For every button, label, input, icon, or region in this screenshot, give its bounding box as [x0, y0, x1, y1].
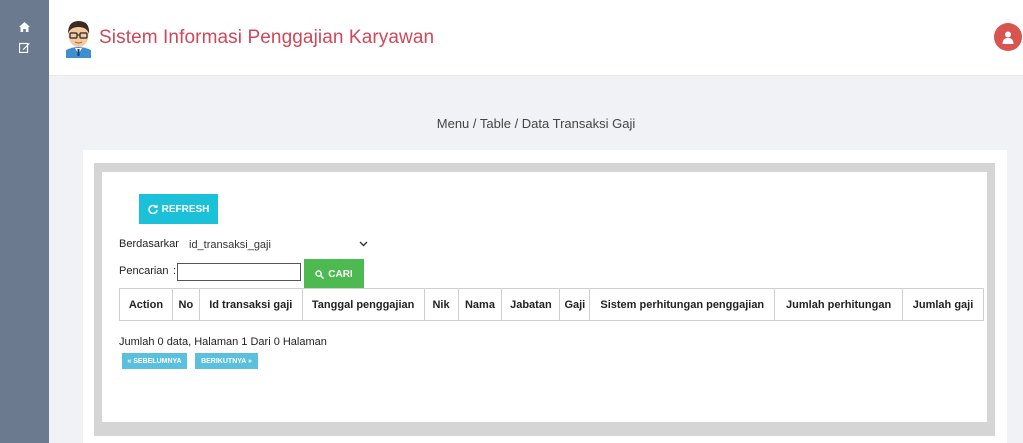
refresh-button[interactable]: REFRESH: [139, 194, 218, 224]
edit-icon[interactable]: [0, 42, 49, 53]
pencarian-label: Pencarian: [119, 265, 169, 277]
col-header-action: Action: [119, 288, 173, 321]
panel-body: REFRESH Berdasarkan: id_transaksi_gaji P…: [102, 172, 987, 422]
col-header-tanggal: Tanggal penggajian: [301, 288, 425, 321]
prev-page-button[interactable]: « SEBELUMNYA: [122, 353, 187, 369]
col-header-jabatan: Jabatan: [501, 288, 561, 321]
col-header-nama: Nama: [457, 288, 503, 321]
sidebar: [0, 0, 49, 443]
berdasarkan-value: id_transaksi_gaji: [189, 238, 271, 251]
refresh-icon: [147, 204, 158, 214]
col-header-id-transaksi: Id transaksi gaji: [198, 288, 303, 321]
breadcrumb: Menu / Table / Data Transaksi Gaji: [436, 116, 636, 131]
col-header-sistem-perhitungan: Sistem perhitungan penggajian: [589, 288, 776, 321]
next-page-button[interactable]: BERIKUTNYA »: [195, 353, 258, 369]
col-header-nik: Nik: [423, 288, 459, 321]
berdasarkan-label: Berdasarkan:: [119, 238, 185, 250]
cari-label: CARI: [328, 268, 353, 280]
search-input[interactable]: [177, 263, 301, 281]
col-header-jumlah-perhitungan: Jumlah perhitungan: [774, 288, 904, 321]
home-icon[interactable]: [0, 22, 49, 32]
pencarian-colon: :: [173, 265, 177, 277]
chevron-down-icon: [359, 241, 368, 247]
top-navbar: Sistem Informasi Penggajian Karyawan: [49, 0, 1023, 76]
app-title: Sistem Informasi Penggajian Karyawan: [99, 27, 435, 48]
search-icon: [315, 269, 325, 279]
refresh-label: REFRESH: [161, 203, 210, 215]
pagination-info: Jumlah 0 data, Halaman 1 Dari 0 Halaman: [119, 336, 327, 348]
col-header-no: No: [171, 288, 200, 321]
table-header-row: Action No Id transaksi gaji Tanggal peng…: [119, 288, 984, 321]
cari-button[interactable]: CARI: [304, 259, 364, 289]
user-icon: [1002, 31, 1014, 44]
panel-border: REFRESH Berdasarkan: id_transaksi_gaji P…: [94, 163, 995, 436]
col-header-jumlah-gaji: Jumlah gaji: [902, 288, 984, 321]
col-header-gaji: Gaji: [559, 288, 591, 321]
berdasarkan-select[interactable]: id_transaksi_gaji: [179, 232, 374, 257]
logo-avatar-icon: [62, 18, 95, 58]
transaksi-gaji-table: Action No Id transaksi gaji Tanggal peng…: [119, 288, 984, 321]
user-menu-button[interactable]: [994, 23, 1022, 51]
content-panel: REFRESH Berdasarkan: id_transaksi_gaji P…: [83, 150, 1007, 443]
